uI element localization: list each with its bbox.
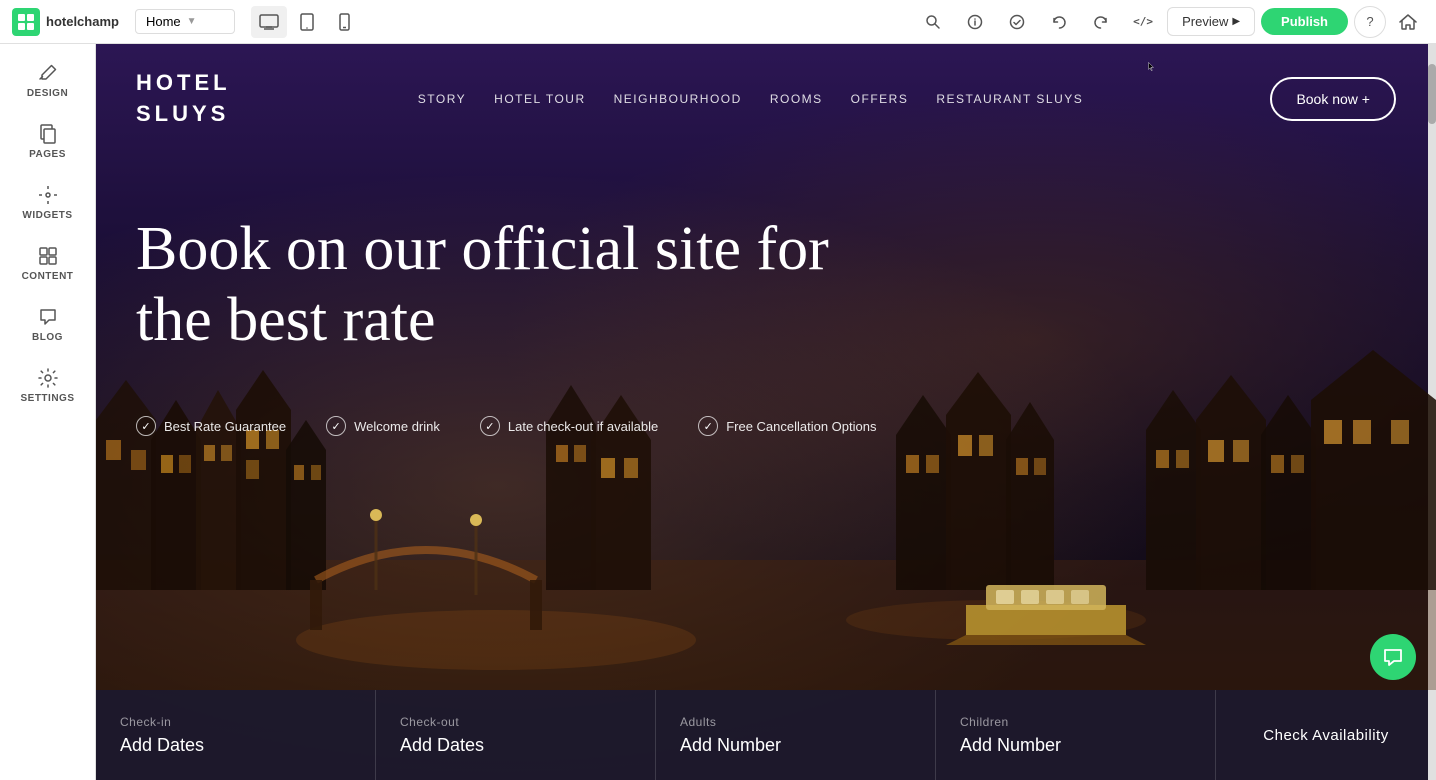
sidebar-item-pages[interactable]: PAGES xyxy=(8,113,88,170)
help-button[interactable]: ? xyxy=(1354,6,1386,38)
hotel-perks: ✓ Best Rate Guarantee ✓ Welcome drink ✓ … xyxy=(96,386,1436,466)
undo-btn[interactable] xyxy=(1041,6,1077,38)
sidebar-item-design-label: DESIGN xyxy=(27,88,68,99)
hotel-preview: HOTEL SLUYS STORY HOTEL TOUR NEIGHBOURHO… xyxy=(96,44,1436,780)
nav-link-rooms: ROOMS xyxy=(770,92,823,106)
sidebar-item-settings-label: SETTINGS xyxy=(20,393,74,404)
sidebar-item-pages-label: PAGES xyxy=(29,149,66,160)
widgets-icon xyxy=(37,184,59,206)
nav-link-offers: OFFERS xyxy=(851,92,909,106)
nav-link-story: STORY xyxy=(418,92,466,106)
perk-check-icon-1: ✓ xyxy=(326,416,346,436)
blog-icon xyxy=(37,306,59,328)
hotel-hero: Book on our official site for the best r… xyxy=(96,154,1436,387)
hotel-logo-line2: SLUYS xyxy=(136,99,231,130)
perk-free-cancellation: ✓ Free Cancellation Options xyxy=(698,416,876,436)
main-layout: DESIGN PAGES WIDGETS CONTENT BLOG SETTIN… xyxy=(0,44,1436,780)
perk-best-rate: ✓ Best Rate Guarantee xyxy=(136,416,286,436)
question-icon: ? xyxy=(1366,14,1373,29)
tablet-device-btn[interactable] xyxy=(289,6,325,38)
checkout-value: Add Dates xyxy=(400,735,631,756)
perk-check-icon-2: ✓ xyxy=(480,416,500,436)
perk-label-0: Best Rate Guarantee xyxy=(164,419,286,434)
mobile-device-btn[interactable] xyxy=(327,6,363,38)
play-icon: ▶ xyxy=(1232,16,1240,27)
perk-label-2: Late check-out if available xyxy=(508,419,658,434)
home-button[interactable] xyxy=(1392,6,1424,38)
preview-button[interactable]: Preview ▶ xyxy=(1167,7,1255,36)
nav-item-restaurant[interactable]: RESTAURANT SLUYS xyxy=(936,90,1083,108)
design-icon xyxy=(37,62,59,84)
logo-text: hotelchamp xyxy=(46,14,119,29)
sidebar-item-settings[interactable]: SETTINGS xyxy=(8,357,88,414)
chevron-down-icon: ▼ xyxy=(187,16,197,27)
perk-label-3: Free Cancellation Options xyxy=(726,419,876,434)
perk-check-icon-0: ✓ xyxy=(136,416,156,436)
publish-button[interactable]: Publish xyxy=(1261,8,1348,35)
checkin-value: Add Dates xyxy=(120,735,351,756)
device-selector xyxy=(251,6,363,38)
nav-link-restaurant: RESTAURANT SLUYS xyxy=(936,92,1083,106)
perk-welcome-drink: ✓ Welcome drink xyxy=(326,416,440,436)
settings-icon xyxy=(37,367,59,389)
sidebar-item-widgets[interactable]: WIDGETS xyxy=(8,174,88,231)
children-label: Children xyxy=(960,715,1191,729)
hotel-nav: HOTEL SLUYS STORY HOTEL TOUR NEIGHBOURHO… xyxy=(96,44,1436,154)
children-field[interactable]: Children Add Number xyxy=(936,690,1216,780)
toolbar: hotelchamp Home ▼ </> xyxy=(0,0,1436,44)
redo-btn[interactable] xyxy=(1083,6,1119,38)
nav-link-neighbourhood: NEIGHBOURHOOD xyxy=(614,92,742,106)
adults-field[interactable]: Adults Add Number xyxy=(656,690,936,780)
adults-value: Add Number xyxy=(680,735,911,756)
sidebar-item-content[interactable]: CONTENT xyxy=(8,235,88,292)
nav-item-offers[interactable]: OFFERS xyxy=(851,90,909,108)
code-btn[interactable]: </> xyxy=(1125,6,1161,38)
booking-bar: Check-in Add Dates Check-out Add Dates A… xyxy=(96,690,1436,780)
nav-link-hotel-tour: HOTEL TOUR xyxy=(494,92,585,106)
sidebar: DESIGN PAGES WIDGETS CONTENT BLOG SETTIN… xyxy=(0,44,96,780)
sidebar-item-design[interactable]: DESIGN xyxy=(8,52,88,109)
sidebar-item-blog[interactable]: BLOG xyxy=(8,296,88,353)
perk-late-checkout: ✓ Late check-out if available xyxy=(480,416,658,436)
nav-item-neighbourhood[interactable]: NEIGHBOURHOOD xyxy=(614,90,742,108)
perk-check-icon-3: ✓ xyxy=(698,416,718,436)
sidebar-item-widgets-label: WIDGETS xyxy=(22,210,72,221)
logo: hotelchamp xyxy=(12,8,119,36)
info-btn[interactable] xyxy=(957,6,993,38)
page-selector-label: Home xyxy=(146,14,181,29)
book-now-button[interactable]: Book now + xyxy=(1270,77,1396,121)
chat-widget-button[interactable] xyxy=(1370,634,1416,680)
perk-label-1: Welcome drink xyxy=(354,419,440,434)
checkin-field[interactable]: Check-in Add Dates xyxy=(96,690,376,780)
page-selector[interactable]: Home ▼ xyxy=(135,9,235,34)
validate-btn[interactable] xyxy=(999,6,1035,38)
preview-label: Preview xyxy=(1182,14,1228,29)
logo-icon xyxy=(12,8,40,36)
checkin-label: Check-in xyxy=(120,715,351,729)
sidebar-item-content-label: CONTENT xyxy=(22,271,74,282)
hotel-logo: HOTEL SLUYS xyxy=(136,68,231,130)
children-value: Add Number xyxy=(960,735,1191,756)
adults-label: Adults xyxy=(680,715,911,729)
check-availability-button[interactable]: Check Availability xyxy=(1216,690,1436,780)
toolbar-actions: </> Preview ▶ Publish ? xyxy=(915,6,1424,38)
sidebar-item-blog-label: BLOG xyxy=(32,332,63,343)
hero-title: Book on our official site for the best r… xyxy=(136,214,836,357)
desktop-device-btn[interactable] xyxy=(251,6,287,38)
canvas: HOTEL SLUYS STORY HOTEL TOUR NEIGHBOURHO… xyxy=(96,44,1436,780)
pages-icon xyxy=(37,123,59,145)
content-icon xyxy=(37,245,59,267)
nav-item-hotel-tour[interactable]: HOTEL TOUR xyxy=(494,90,585,108)
checkout-field[interactable]: Check-out Add Dates xyxy=(376,690,656,780)
hotel-logo-line1: HOTEL xyxy=(136,68,231,99)
checkout-label: Check-out xyxy=(400,715,631,729)
hotel-nav-links: STORY HOTEL TOUR NEIGHBOURHOOD ROOMS OFF… xyxy=(418,90,1084,108)
nav-item-story[interactable]: STORY xyxy=(418,90,466,108)
nav-item-rooms[interactable]: ROOMS xyxy=(770,90,823,108)
search-btn[interactable] xyxy=(915,6,951,38)
